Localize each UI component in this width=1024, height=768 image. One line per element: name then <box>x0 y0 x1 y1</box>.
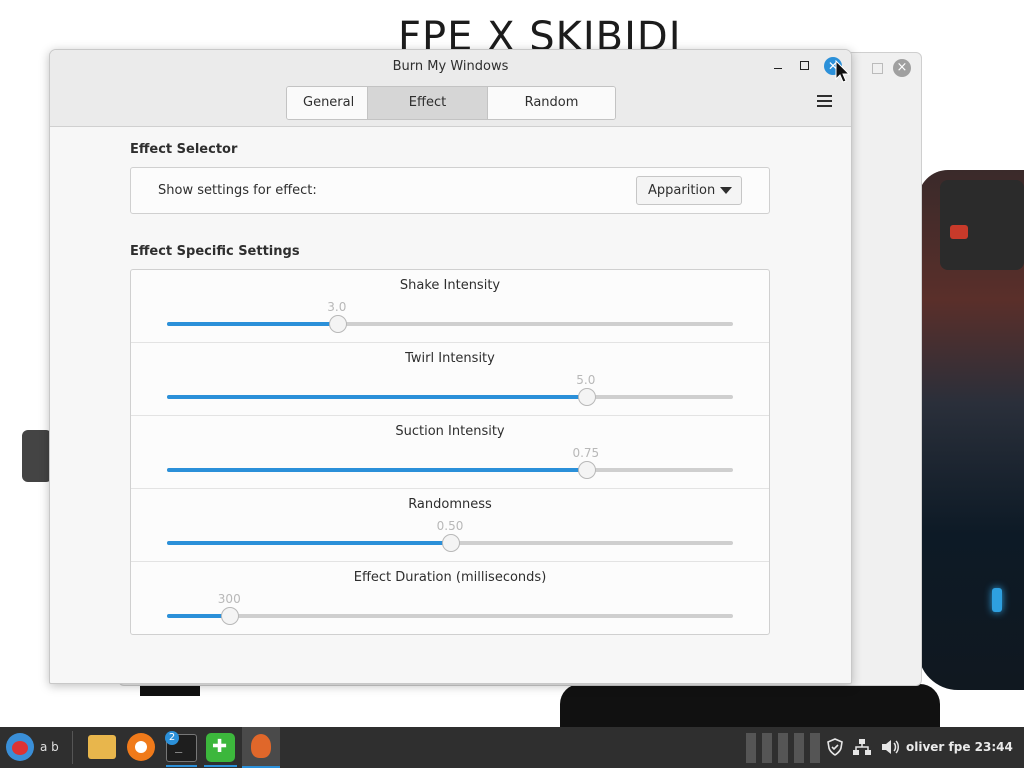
workspace-cell[interactable] <box>762 733 772 763</box>
slider-label: Randomness <box>408 497 492 512</box>
terminal-prompt-glyph: _ <box>175 739 183 753</box>
effect-selector-row: Show settings for effect: Apparition <box>130 167 770 214</box>
slider-row-effect-duration: Effect Duration (milliseconds) 300 <box>131 562 769 634</box>
volume-icon[interactable] <box>880 738 900 756</box>
window-title: Burn My Windows <box>392 59 509 74</box>
burn-my-windows-window: Burn My Windows ✕ General Effect Setting… <box>49 49 852 684</box>
taskbar: a b 2 _ oliver fpe 23:44 <box>0 727 1024 768</box>
wallpaper-robot-eye <box>950 225 968 239</box>
slider-label: Suction Intensity <box>395 424 505 439</box>
tab-general[interactable]: General <box>287 87 368 119</box>
workspace-switcher[interactable] <box>746 733 820 763</box>
workspace-cell[interactable] <box>746 733 756 763</box>
burn-my-windows-icon <box>251 734 271 758</box>
slider-row-randomness: Randomness 0.50 <box>131 489 769 562</box>
running-indicator <box>166 765 197 767</box>
extensions-icon[interactable] <box>206 733 235 762</box>
workspace-label[interactable]: a b <box>40 740 59 754</box>
twirl-intensity-slider[interactable]: 5.0 <box>167 373 733 406</box>
effect-dropdown[interactable]: Apparition <box>636 176 742 205</box>
burn-my-windows-taskbar-button[interactable] <box>242 727 280 768</box>
effect-selector-label: Show settings for effect: <box>158 183 317 198</box>
dropdown-arrow-icon <box>720 187 732 194</box>
slider-row-shake-intensity: Shake Intensity 3.0 <box>131 270 769 343</box>
slider-handle[interactable] <box>577 461 596 479</box>
wallpaper-robot-light <box>992 588 1002 612</box>
tab-random-effects[interactable]: Random Effects <box>488 87 615 119</box>
background-maximize-icon[interactable] <box>872 63 883 74</box>
background-close-icon[interactable]: × <box>893 59 911 77</box>
slider-row-suction-intensity: Suction Intensity 0.75 <box>131 416 769 489</box>
slider-label: Effect Duration (milliseconds) <box>353 570 547 585</box>
shield-icon[interactable] <box>826 738 844 756</box>
wallpaper-left-figure <box>22 430 52 482</box>
slider-handle[interactable] <box>328 315 347 333</box>
slider-row-twirl-intensity: Twirl Intensity 5.0 <box>131 343 769 416</box>
maximize-icon[interactable] <box>798 58 812 72</box>
workspace-cell[interactable] <box>810 733 820 763</box>
minimize-icon[interactable] <box>772 58 786 72</box>
slider-fill <box>167 541 450 545</box>
slider-fill <box>167 322 337 326</box>
suction-intensity-slider[interactable]: 0.75 <box>167 446 733 479</box>
slider-fill <box>167 614 230 618</box>
files-icon[interactable] <box>88 735 116 759</box>
slider-value: 3.0 <box>327 300 347 314</box>
tab-effect-settings[interactable]: Effect Settings <box>368 87 488 119</box>
workspace-cell[interactable] <box>794 733 804 763</box>
slider-handle[interactable] <box>221 607 240 625</box>
workspace-cell[interactable] <box>778 733 788 763</box>
angry-birds-menu-icon[interactable] <box>6 733 34 761</box>
randomness-slider[interactable]: 0.50 <box>167 519 733 552</box>
slider-handle[interactable] <box>442 534 460 552</box>
tab-bar: General Effect Settings Random Effects <box>286 86 616 120</box>
effect-selector-heading: Effect Selector <box>130 142 238 157</box>
slider-value: 300 <box>217 592 241 606</box>
mouse-cursor-icon <box>835 60 851 83</box>
clock-user-label[interactable]: oliver fpe 23:44 <box>906 740 1013 754</box>
slider-value: 0.50 <box>436 519 464 533</box>
effect-dropdown-value: Apparition <box>648 183 716 198</box>
wallpaper-boots <box>560 684 940 728</box>
terminal-icon[interactable]: 2 _ <box>165 731 197 762</box>
slider-label: Shake Intensity <box>399 278 501 293</box>
network-icon[interactable] <box>852 738 872 756</box>
effect-duration-slider[interactable]: 300 <box>167 592 733 625</box>
slider-fill <box>167 468 586 472</box>
taskbar-separator <box>72 731 73 764</box>
slider-label: Twirl Intensity <box>405 351 495 366</box>
effect-specific-settings-list: Shake Intensity 3.0 Twirl Intensity 5.0 … <box>130 269 770 635</box>
slider-fill <box>167 395 586 399</box>
hamburger-menu-icon[interactable] <box>817 95 833 109</box>
header-bar: Burn My Windows ✕ General Effect Setting… <box>50 50 851 127</box>
running-indicator <box>204 765 237 767</box>
slider-value: 5.0 <box>576 373 596 387</box>
firefox-icon[interactable] <box>127 733 155 761</box>
slider-value: 0.75 <box>572 446 600 460</box>
slider-handle[interactable] <box>577 388 596 406</box>
effect-specific-heading: Effect Specific Settings <box>130 244 300 259</box>
shake-intensity-slider[interactable]: 3.0 <box>167 300 733 333</box>
